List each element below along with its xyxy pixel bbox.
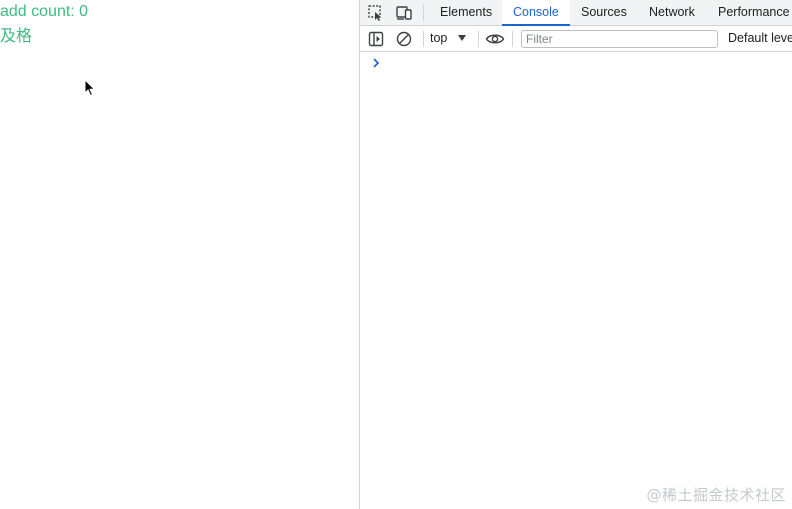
devtools-panel: Elements Console Sources Network Perform… [360,0,792,509]
tab-elements[interactable]: Elements [429,0,503,25]
mouse-pointer-icon [84,79,96,97]
add-count-text: add count: 0 [0,3,89,20]
devtools-tabbar: Elements Console Sources Network Perform… [360,0,792,26]
context-label: top [430,31,448,45]
live-expression-eye-icon[interactable] [485,30,505,48]
chevron-right-icon [373,58,380,68]
filter-input[interactable] [521,30,718,48]
tabbar-separator [423,5,424,21]
console-output[interactable] [360,52,792,509]
tab-network[interactable]: Network [638,0,706,25]
device-toolbar-icon[interactable] [395,4,413,22]
clear-console-icon[interactable] [395,30,413,48]
console-sidebar-icon[interactable] [367,30,385,48]
toolbar-separator [512,31,513,47]
dropdown-arrow-icon [458,35,466,41]
inspect-element-icon[interactable] [367,4,385,22]
tab-console[interactable]: Console [502,0,570,26]
context-selector[interactable]: top [430,26,476,51]
app-viewport: add count: 0 及格 [0,0,359,509]
watermark-text: @稀土掘金技术社区 [646,486,786,504]
tab-performance[interactable]: Performance [707,0,792,25]
tab-sources[interactable]: Sources [570,0,638,25]
toolbar-separator [478,31,479,47]
log-levels-dropdown[interactable]: Default levels [728,26,792,51]
screen: add count: 0 及格 Elements Console Sources… [0,0,792,509]
toolbar-separator [423,31,424,47]
grade-text: 及格 [0,26,33,45]
console-toolbar: top Default levels [360,26,792,52]
